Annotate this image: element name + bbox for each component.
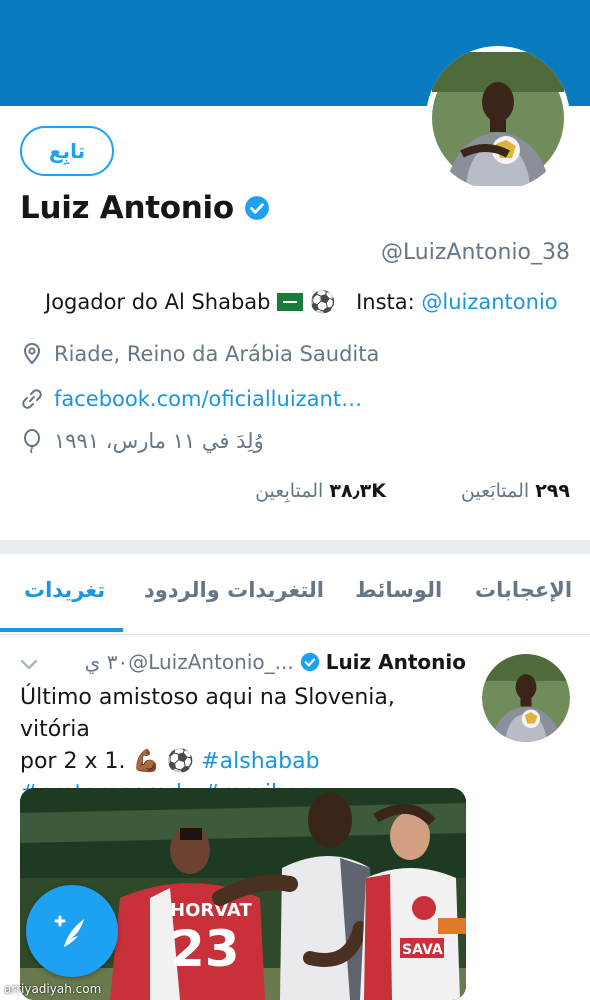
profile-bio: Jogador do Al Shabab ⚽ Insta: @luizanton…: [45, 290, 558, 315]
compose-tweet-icon: [54, 915, 84, 947]
profile-location-row: Riade, Reino da Arábia Saudita: [20, 342, 379, 366]
chevron-down-icon[interactable]: [20, 658, 38, 672]
profile-website-link[interactable]: facebook.com/oficialluizant…: [54, 387, 362, 411]
watermark: arriyadiyah.com: [4, 982, 102, 996]
compose-tweet-button[interactable]: [26, 885, 118, 977]
jersey-left-name: HORVAT: [170, 900, 252, 921]
profile-birth-row: وُلِدَ في ١١ مارس، ١٩٩١: [20, 428, 264, 454]
followers-label: المتابِعين: [255, 480, 324, 502]
profile-handle: @LuizAntonio_38: [380, 240, 570, 265]
tweet-author-handle[interactable]: @LuizAntonio_...: [128, 650, 294, 674]
following-label: المتابَعين: [460, 480, 530, 502]
profile-website-row: facebook.com/oficialluizant…: [20, 387, 362, 411]
followers-count: ٣٨٫٣K: [329, 480, 386, 502]
tweet-author-avatar[interactable]: [482, 654, 570, 742]
profile-tabs: تغريدات التغريدات والردود الوسائط الإعجا…: [0, 554, 590, 635]
following-stat[interactable]: ٢٩٩ المتابَعين: [461, 480, 570, 502]
profile-name: Luiz Antonio: [20, 190, 234, 226]
hashtag-alshabab[interactable]: #alshabab: [201, 749, 319, 774]
bio-insta-link[interactable]: @luizantonio: [421, 290, 557, 314]
tweet-time: ٣٠ ي: [84, 650, 129, 674]
followers-stat[interactable]: ٣٨٫٣K المتابِعين: [255, 480, 386, 502]
location-pin-icon: [23, 342, 41, 365]
soccer-ball-icon: ⚽: [309, 290, 337, 314]
tab-tweets[interactable]: تغريدات: [24, 578, 105, 602]
section-divider: [0, 540, 590, 554]
profile-location: Riade, Reino da Arábia Saudita: [54, 342, 380, 366]
jersey-right-sponsor: SAVA: [402, 942, 443, 958]
tweet-header: ٣٠ ي @LuizAntonio_... Luiz Antonio: [77, 650, 466, 674]
saudi-flag-icon: [277, 293, 304, 311]
verified-badge-icon: [244, 196, 269, 220]
follow-button[interactable]: تابِع: [20, 126, 114, 176]
profile-name-row: Luiz Antonio: [20, 190, 270, 226]
tab-media[interactable]: الوسائط: [355, 578, 442, 602]
birthday-balloon-icon: [24, 429, 40, 454]
following-count: ٢٩٩: [535, 480, 570, 502]
jersey-left-number: 23: [170, 920, 240, 978]
tweet-text-line1: Último amistoso aqui na Slovenia, vitóri…: [20, 685, 395, 742]
active-tab-indicator: [0, 628, 123, 632]
tweet-author-name[interactable]: Luiz Antonio: [326, 650, 466, 674]
tab-likes[interactable]: الإعجابات: [475, 578, 572, 602]
profile-birth: وُلِدَ في ١١ مارس، ١٩٩١: [54, 429, 264, 453]
bio-insta-label: Insta:: [356, 290, 415, 314]
tweet-text-line2: por 2 x 1. 💪🏾 ⚽: [20, 749, 195, 774]
profile-avatar[interactable]: [426, 46, 570, 190]
verified-badge-icon: [300, 652, 319, 672]
link-icon: [22, 389, 42, 409]
tab-tweets-and-replies[interactable]: التغريدات والردود: [144, 578, 324, 602]
bio-text: Jogador do Al Shabab: [45, 290, 271, 314]
